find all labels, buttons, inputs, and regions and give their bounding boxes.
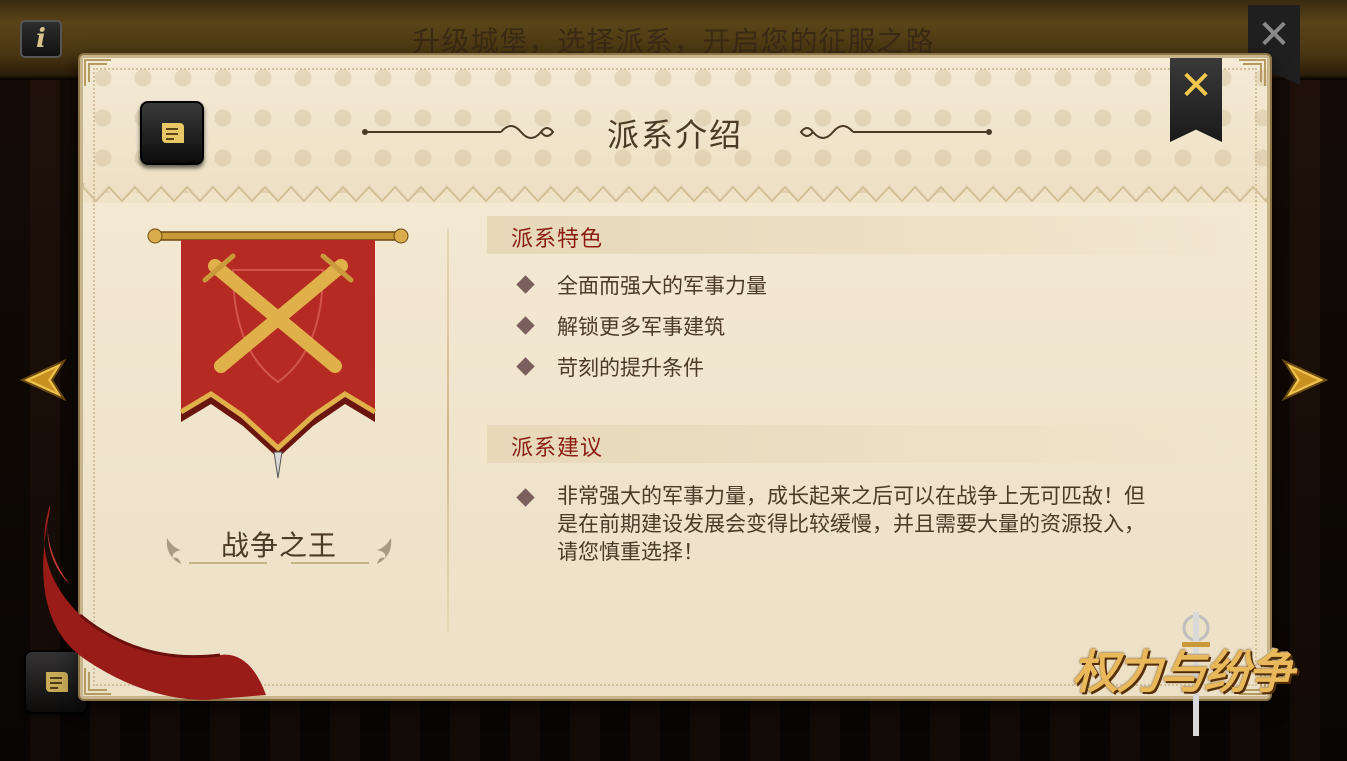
advice-text: 非常强大的军事力量，成长起来之后可以在战争上无可匹敌！但是在前期建设发展会变得比… <box>557 484 1145 564</box>
trait-text: 全面而强大的军事力量 <box>557 274 767 298</box>
red-ribbon-decoration <box>43 505 267 700</box>
trait-item: 苛刻的提升条件 <box>511 352 1211 393</box>
close-icon: ✕ <box>1257 12 1291 58</box>
traits-list: 全面而强大的军事力量 解锁更多军事建筑 苛刻的提升条件 <box>511 270 1211 393</box>
trait-text: 苛刻的提升条件 <box>557 356 704 380</box>
arrow-left-icon[interactable] <box>18 355 68 405</box>
column-divider <box>447 228 449 632</box>
advice-section-title: 派系建议 <box>511 436 604 461</box>
header-zigzag-border <box>83 183 1267 203</box>
modal-close-button[interactable]: ✕ <box>1170 58 1222 142</box>
diamond-bullet-icon <box>516 357 535 376</box>
close-icon: ✕ <box>1179 63 1213 109</box>
laurel-icon <box>377 538 392 564</box>
modal-title: 派系介绍 <box>606 116 743 154</box>
game-logo: 权力与纷争 <box>1066 606 1324 740</box>
diamond-bullet-icon <box>516 316 535 335</box>
trait-item: 全面而强大的军事力量 <box>511 270 1211 311</box>
diamond-bullet-icon <box>516 275 535 294</box>
top-bar-title: 升级城堡，选择派系，开启您的征服之路 <box>412 25 935 58</box>
trait-text: 解锁更多军事建筑 <box>557 315 725 339</box>
title-ornament-right <box>799 125 992 139</box>
banner-cloth <box>181 240 375 448</box>
advice-section-header: 派系建议 <box>487 425 1247 463</box>
corner-ornament <box>1239 59 1266 86</box>
traits-section-title: 派系特色 <box>511 227 604 252</box>
name-underline <box>291 562 369 564</box>
game-logo-text: 权力与纷争 <box>1072 645 1294 699</box>
corner-ornament <box>84 59 111 86</box>
arrow-right-icon[interactable] <box>1280 355 1330 405</box>
traits-section-header: 派系特色 <box>487 216 1247 254</box>
trait-item: 解锁更多军事建筑 <box>511 311 1211 352</box>
faction-banner <box>147 228 409 479</box>
